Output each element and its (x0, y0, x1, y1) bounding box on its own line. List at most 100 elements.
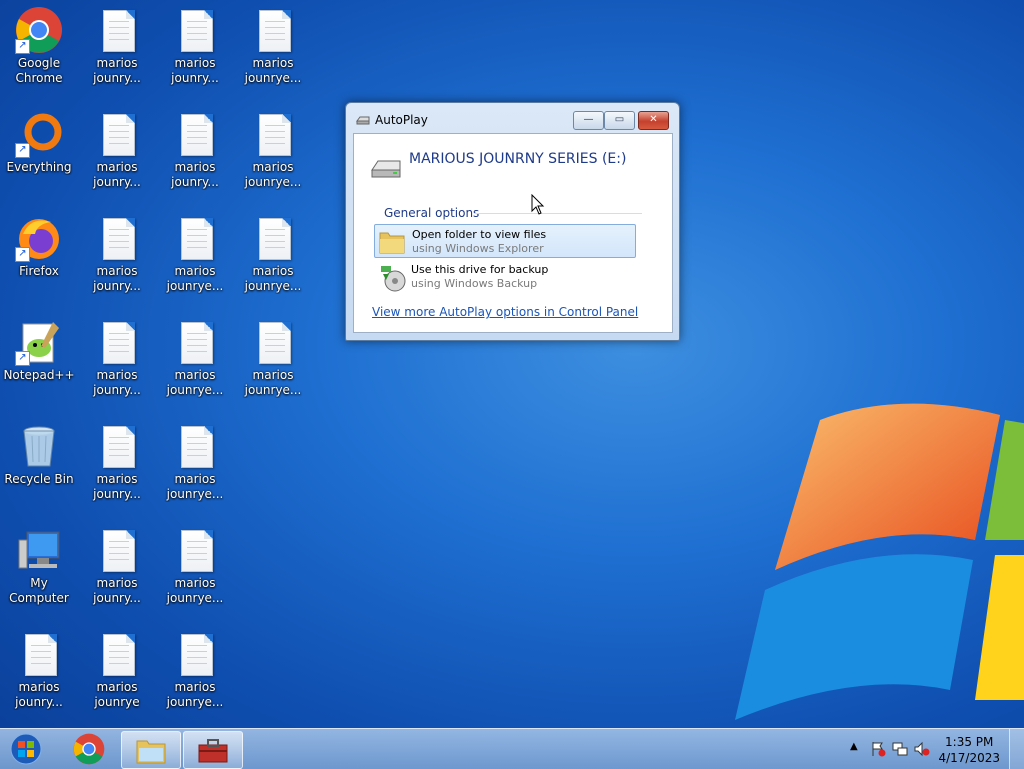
desktop-file-marios[interactable]: marios jounry... (79, 522, 155, 618)
desktop-file-marios[interactable]: marios jounrye... (235, 2, 311, 98)
desktop-icon-everything[interactable]: ↗ Everything (1, 106, 77, 202)
volume-muted-icon[interactable] (914, 741, 930, 757)
desktop-icon-label: marios jounrye... (166, 576, 224, 605)
desktop-icon-label: marios jounrye... (166, 680, 224, 709)
text-file-icon (171, 6, 219, 54)
text-file-icon (93, 6, 141, 54)
drive-title: MARIOUS JOUNRNY SERIES (E:) (409, 151, 627, 167)
show-hidden-icons-arrow[interactable]: ▲ (850, 741, 858, 752)
clock[interactable]: 1:35 PM 4/17/2023 (938, 734, 1000, 766)
desktop-icon-label: marios jounry... (15, 680, 63, 709)
toolbox-icon (198, 739, 228, 763)
desktop-icon-label: My Computer (9, 576, 69, 605)
taskbar-chrome[interactable] (60, 731, 118, 767)
desktop-file-marios[interactable]: marios jounry... (1, 626, 77, 722)
desktop-file-marios[interactable]: marios jounry... (79, 418, 155, 514)
desktop-icon-label: marios jounrye... (244, 264, 302, 293)
removable-drive-icon (371, 160, 401, 178)
desktop-icon-label: marios jounry... (93, 472, 141, 501)
desktop-file-marios[interactable]: marios jounry... (79, 2, 155, 98)
text-file-icon (93, 526, 141, 574)
desktop-icon-label: marios jounry... (93, 264, 141, 293)
desktop-file-marios[interactable]: marios jounrye... (157, 210, 233, 306)
desktop-icon-label: marios jounrye... (244, 368, 302, 397)
desktop-file-marios[interactable]: marios jounrye... (157, 522, 233, 618)
desktop-file-marios[interactable]: marios jounrye... (157, 626, 233, 722)
desktop-icon-label: marios jounrye... (166, 264, 224, 293)
start-button[interactable] (6, 732, 46, 766)
text-file-icon (15, 630, 63, 678)
desktop-icon-label: Firefox (19, 264, 59, 278)
desktop-file-marios[interactable]: marios jounry... (79, 210, 155, 306)
dialog-content: MARIOUS JOUNRNY SERIES (E:) General opti… (353, 133, 673, 333)
minimize-button[interactable]: — (573, 111, 604, 130)
desktop-file-marios[interactable]: marios jounrye (79, 626, 155, 722)
text-file-icon (171, 630, 219, 678)
option-backup[interactable]: Use this drive for backup using Windows … (374, 260, 634, 292)
desktop-icon-label: marios jounrye (94, 680, 140, 709)
recycle-bin-icon (15, 422, 63, 470)
desktop-file-marios[interactable]: marios jounry... (157, 106, 233, 202)
section-divider (474, 213, 642, 214)
text-file-icon (249, 110, 297, 158)
option-open-folder[interactable]: Open folder to view files using Windows … (374, 224, 636, 258)
text-file-icon (249, 318, 297, 366)
desktop-icon-label: marios jounry... (171, 160, 219, 189)
text-file-icon (171, 422, 219, 470)
windows-logo-wallpaper (735, 403, 1024, 720)
desktop-file-marios[interactable]: marios jounrye... (235, 314, 311, 410)
clock-date: 4/17/2023 (938, 751, 1000, 765)
desktop-icon-label: marios jounrye... (166, 368, 224, 397)
chrome-icon: ↗ (15, 6, 63, 54)
desktop-file-marios[interactable]: marios jounrye... (235, 210, 311, 306)
desktop-file-marios[interactable]: marios jounry... (157, 2, 233, 98)
desktop-icon-label: marios jounry... (93, 56, 141, 85)
text-file-icon (93, 214, 141, 262)
maximize-button[interactable]: ▭ (604, 111, 635, 130)
start-orb-icon (10, 733, 42, 765)
text-file-icon (171, 214, 219, 262)
desktop-icon-label: marios jounry... (93, 368, 141, 397)
text-file-icon (93, 630, 141, 678)
desktop-icon-notepad-plus-plus[interactable]: ↗ Notepad++ (1, 314, 77, 410)
show-desktop-button[interactable] (1009, 729, 1024, 769)
firefox-icon: ↗ (15, 214, 63, 262)
text-file-icon (249, 214, 297, 262)
option-subtitle: using Windows Backup (411, 277, 538, 290)
close-button[interactable]: ✕ (638, 111, 669, 130)
desktop-icon-google-chrome[interactable]: ↗ Google Chrome (1, 2, 77, 98)
desktop-file-marios[interactable]: marios jounrye... (157, 418, 233, 514)
desktop-icon-recycle-bin[interactable]: Recycle Bin (1, 418, 77, 514)
section-label: General options (384, 206, 480, 220)
action-center-flag-icon[interactable] (870, 741, 886, 757)
everything-icon: ↗ (15, 110, 63, 158)
network-icon[interactable] (892, 741, 908, 757)
desktop-icon-label: Google Chrome (15, 56, 63, 85)
shortcut-arrow-icon: ↗ (15, 143, 30, 158)
autoplay-dialog: AutoPlay — ▭ ✕ MARIOUS JOUNRNY SERIES (E… (345, 102, 680, 341)
desktop-icon-label: marios jounry... (93, 160, 141, 189)
option-subtitle: using Windows Explorer (412, 242, 544, 255)
mouse-cursor-icon (531, 194, 545, 215)
text-file-icon (93, 422, 141, 470)
text-file-icon (171, 526, 219, 574)
option-title: Open folder to view files (412, 228, 547, 241)
dialog-title: AutoPlay (375, 113, 428, 127)
taskbar-toolbox[interactable] (183, 731, 243, 769)
shortcut-arrow-icon: ↗ (15, 247, 30, 262)
shortcut-arrow-icon: ↗ (15, 39, 30, 54)
taskbar-explorer[interactable] (121, 731, 181, 769)
text-file-icon (93, 110, 141, 158)
desktop-file-marios[interactable]: marios jounry... (79, 106, 155, 202)
control-panel-link[interactable]: View more AutoPlay options in Control Pa… (372, 305, 638, 319)
desktop-file-marios[interactable]: marios jounrye... (157, 314, 233, 410)
drive-small-icon (356, 116, 370, 125)
desktop-icon-my-computer[interactable]: My Computer (1, 522, 77, 618)
desktop-icon-firefox[interactable]: ↗ Firefox (1, 210, 77, 306)
desktop-file-marios[interactable]: marios jounrye... (235, 106, 311, 202)
text-file-icon (249, 6, 297, 54)
desktop-icon-label: Everything (6, 160, 72, 174)
notepad-plus-plus-icon: ↗ (15, 318, 63, 366)
text-file-icon (171, 110, 219, 158)
desktop-file-marios[interactable]: marios jounry... (79, 314, 155, 410)
